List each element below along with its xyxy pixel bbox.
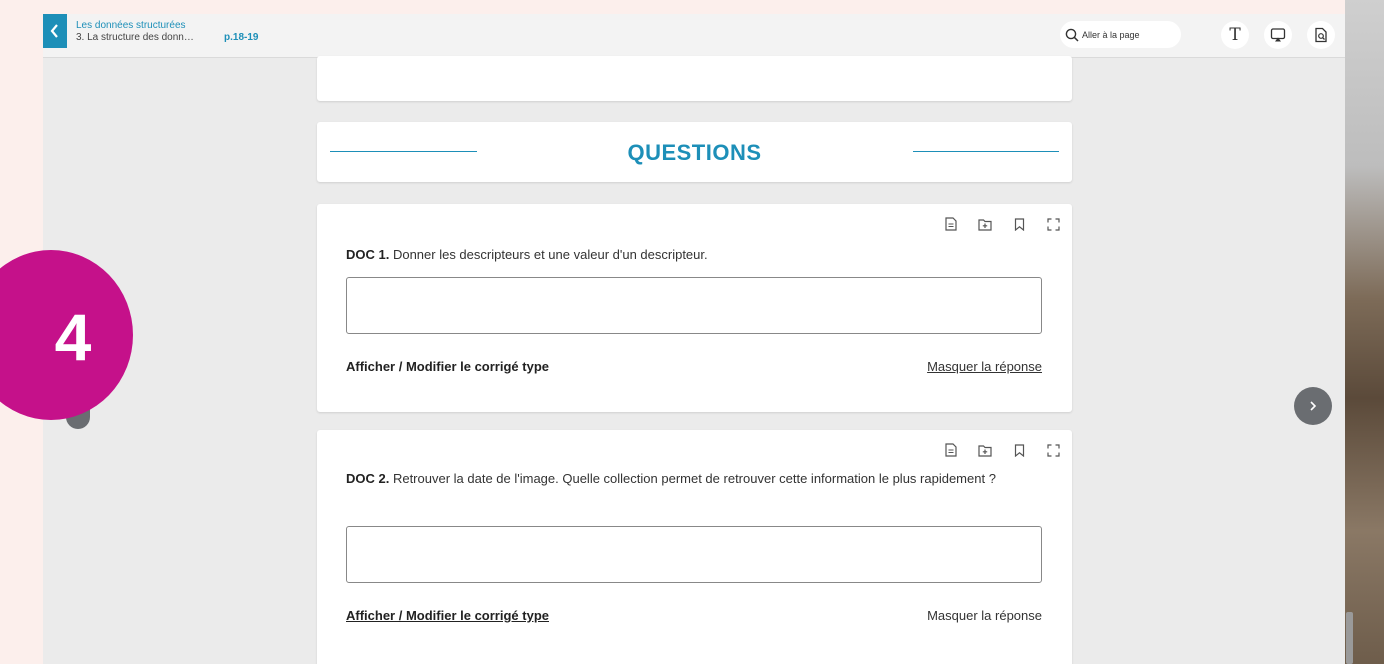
breadcrumb-chapter[interactable]: Les données structurées xyxy=(76,20,186,31)
back-button[interactable] xyxy=(43,14,67,48)
question-2-hide-answer-link[interactable]: Masquer la réponse xyxy=(927,608,1042,623)
bookmark-icon[interactable] xyxy=(1012,443,1026,457)
document-icon[interactable] xyxy=(944,443,958,457)
goto-page-placeholder: Aller à la page xyxy=(1082,29,1140,40)
question-1-corrige-link[interactable]: Afficher / Modifier le corrigé type xyxy=(346,359,549,374)
scrollbar-thumb[interactable] xyxy=(1346,612,1353,664)
question-2-corrige-link[interactable]: Afficher / Modifier le corrigé type xyxy=(346,608,549,623)
questions-heading: QUESTIONS xyxy=(627,140,762,165)
question-2-body: Retrouver la date de l'image. Quelle col… xyxy=(389,471,996,486)
top-bar: Les données structurées 3. La structure … xyxy=(43,14,1345,58)
question-1-body: Donner les descripteurs et une valeur d'… xyxy=(389,247,708,262)
chevron-left-icon xyxy=(50,24,58,38)
fullscreen-icon[interactable] xyxy=(1046,443,1060,457)
folder-plus-icon[interactable] xyxy=(978,443,992,457)
background-photo-edge xyxy=(1345,0,1384,664)
document-icon[interactable] xyxy=(944,217,958,231)
question-2-tools xyxy=(944,443,1060,457)
screen-share-button[interactable] xyxy=(1264,21,1292,49)
question-2-text: DOC 2. Retrouver la date de l'image. Que… xyxy=(346,468,1036,489)
previous-content-card xyxy=(317,56,1072,101)
breadcrumb-pages[interactable]: p.18-19 xyxy=(224,32,258,43)
question-1-hide-answer-link[interactable]: Masquer la réponse xyxy=(927,359,1042,374)
step-number: 4 xyxy=(54,300,92,374)
screen-share-icon xyxy=(1270,28,1286,42)
page-search-icon xyxy=(1315,27,1327,43)
chevron-right-icon xyxy=(1310,401,1317,411)
question-1-tools xyxy=(944,217,1060,231)
text-size-button[interactable]: T xyxy=(1221,21,1249,49)
text-icon: T xyxy=(1229,24,1241,45)
questions-heading-card: QUESTIONS xyxy=(317,122,1072,182)
question-1-label: DOC 1. xyxy=(346,247,390,262)
question-2-label: DOC 2. xyxy=(346,471,390,486)
viewer-app: Les données structurées 3. La structure … xyxy=(43,14,1345,664)
question-card-2: DOC 2. Retrouver la date de l'image. Que… xyxy=(317,430,1072,664)
question-card-1: DOC 1. Donner les descripteurs et une va… xyxy=(317,204,1072,412)
question-1-text: DOC 1. Donner les descripteurs et une va… xyxy=(346,244,708,265)
bookmark-icon[interactable] xyxy=(1012,217,1026,231)
fullscreen-icon[interactable] xyxy=(1046,217,1060,231)
question-2-answer-field[interactable] xyxy=(346,526,1042,583)
folder-plus-icon[interactable] xyxy=(978,217,992,231)
search-icon xyxy=(1065,28,1079,42)
breadcrumb-section[interactable]: 3. La structure des donn… xyxy=(76,32,194,43)
question-1-answer-field[interactable] xyxy=(346,277,1042,334)
heading-line-right xyxy=(913,151,1059,152)
page-search-button[interactable] xyxy=(1307,21,1335,49)
goto-page-input[interactable]: Aller à la page xyxy=(1060,21,1181,48)
next-page-button[interactable] xyxy=(1294,387,1332,425)
